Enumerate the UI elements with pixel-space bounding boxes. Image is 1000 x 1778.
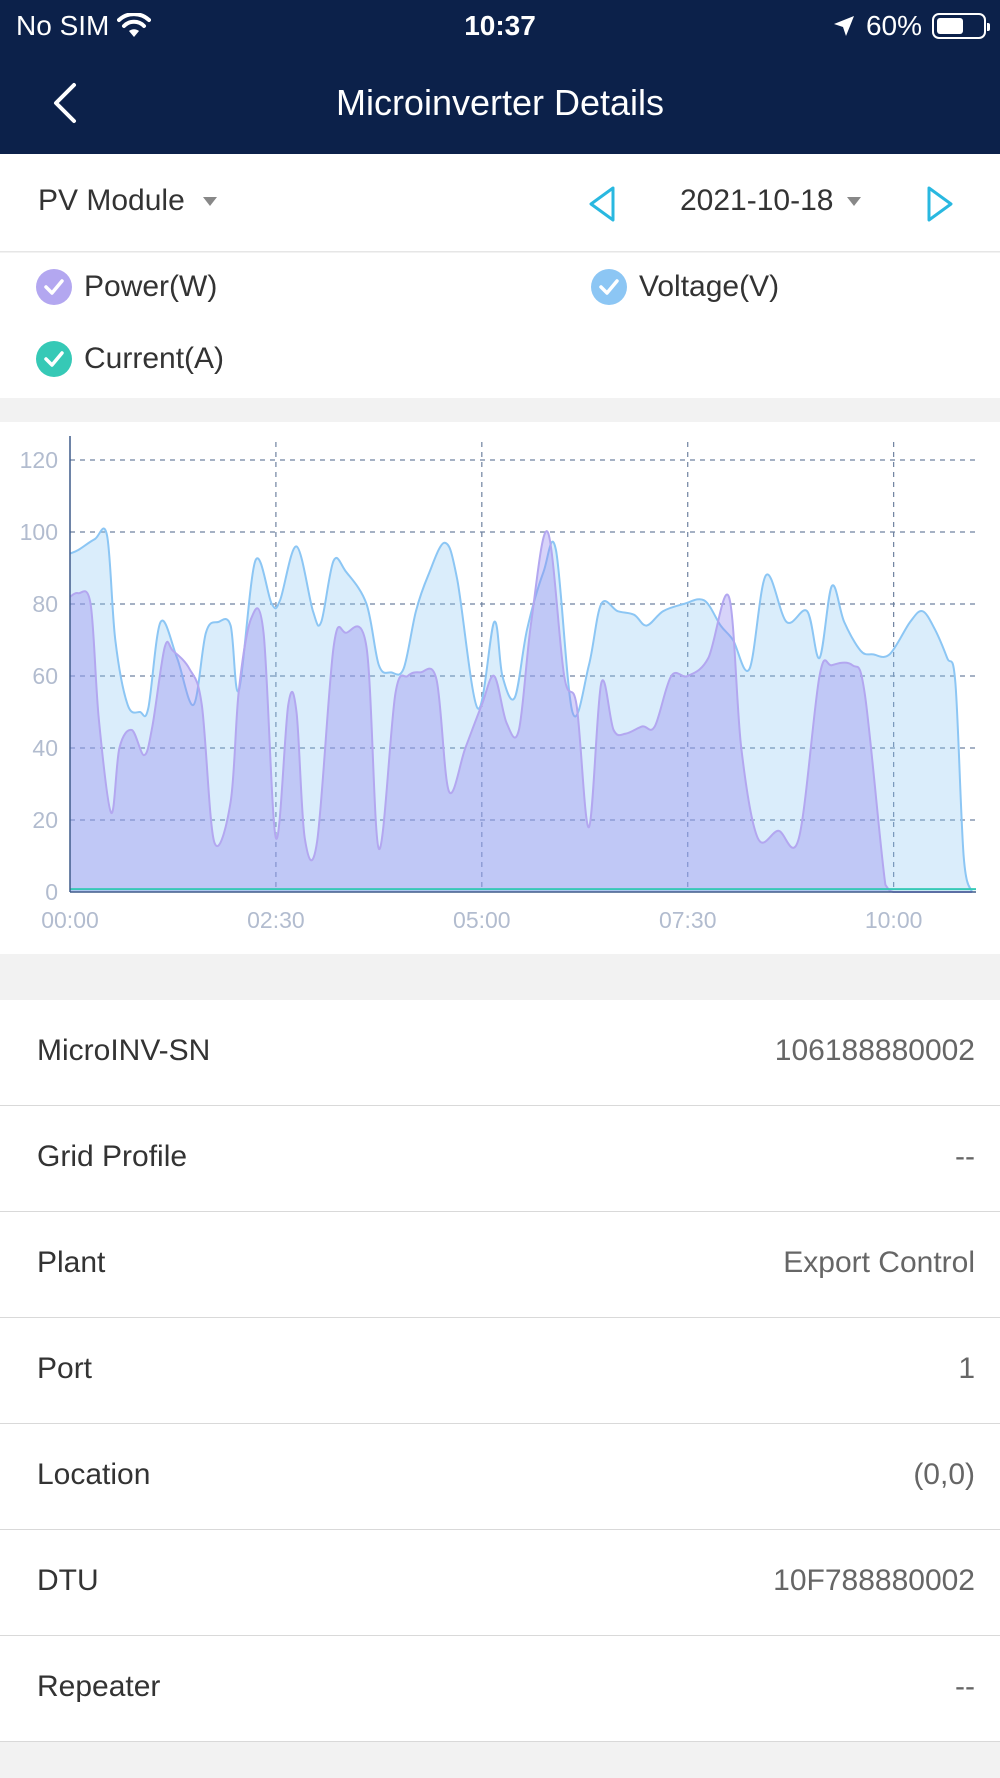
info-value: -- (955, 1670, 975, 1703)
page-title: Microinverter Details (335, 82, 665, 123)
info-value: -- (955, 1140, 975, 1173)
info-row-repeater: Repeater -- (0, 1636, 1000, 1742)
y-tick-label: 40 (32, 735, 58, 761)
info-label: Repeater (37, 1670, 161, 1703)
info-value: (0,0) (913, 1458, 975, 1491)
info-label: MicroINV-SN (37, 1034, 211, 1067)
app-header: No SIM 10:37 60% Microinverter Details (0, 0, 1000, 154)
chart-legend: Power(W) Voltage(V) Current(A) (0, 253, 1000, 398)
chart-container[interactable]: 0 20 40 60 80 100 120 00:00 02:30 05:00 07:30 10:00 (0, 422, 1000, 954)
info-row-plant: Plant Export Control (0, 1212, 1000, 1318)
info-value: 106188880002 (774, 1034, 975, 1067)
y-tick-label: 20 (32, 807, 58, 833)
y-tick-label: 120 (20, 447, 58, 473)
legend-power[interactable]: Power(W) (36, 269, 217, 305)
date-label: 2021-10-18 (680, 184, 834, 217)
y-tick-label: 60 (32, 663, 58, 689)
info-value: 10F788880002 (773, 1564, 975, 1597)
info-label: Grid Profile (37, 1140, 188, 1173)
legend-voltage[interactable]: Voltage(V) (591, 269, 779, 305)
info-row-sn: MicroINV-SN 106188880002 (0, 1000, 1000, 1106)
check-icon (591, 269, 627, 305)
legend-voltage-label: Voltage(V) (639, 270, 780, 303)
x-tick-label: 05:00 (453, 907, 511, 933)
info-label: DTU (37, 1564, 99, 1597)
x-tick-label: 02:30 (247, 907, 305, 933)
info-row-grid-profile: Grid Profile -- (0, 1106, 1000, 1212)
info-label: Port (37, 1352, 93, 1385)
status-bar: No SIM 10:37 60% (0, 0, 1000, 50)
x-tick-label: 10:00 (865, 907, 923, 933)
location-arrow-icon (833, 16, 854, 36)
info-row-location: Location (0,0) (0, 1424, 1000, 1530)
info-row-port: Port 1 (0, 1318, 1000, 1424)
battery-icon (932, 13, 990, 39)
module-dropdown[interactable]: PV Module (38, 184, 217, 218)
x-tick-label: 00:00 (41, 907, 99, 933)
y-tick-label: 80 (32, 591, 58, 617)
next-date-button[interactable] (924, 184, 956, 224)
y-tick-label: 100 (20, 519, 58, 545)
prev-date-button[interactable] (586, 184, 618, 224)
y-tick-label: 0 (45, 879, 58, 905)
check-icon (36, 269, 72, 305)
caret-down-icon (202, 196, 217, 206)
check-icon (36, 341, 72, 377)
line-chart[interactable]: 0 20 40 60 80 100 120 00:00 02:30 05:00 07:30 10:00 (0, 422, 1000, 954)
nav-bar: Microinverter Details (0, 64, 1000, 144)
info-row-dtu: DTU 10F788880002 (0, 1530, 1000, 1636)
info-value: 1 (958, 1352, 975, 1385)
x-tick-label: 07:30 (659, 907, 717, 933)
info-label: Plant (37, 1246, 106, 1279)
info-label: Location (37, 1458, 151, 1491)
legend-current[interactable]: Current(A) (36, 341, 224, 377)
info-value: Export Control (783, 1246, 975, 1279)
module-label: PV Module (38, 184, 185, 217)
info-list: MicroINV-SN 106188880002 Grid Profile --… (0, 1000, 1000, 1742)
status-right: 60% (832, 10, 990, 42)
date-picker[interactable]: 2021-10-18 (680, 184, 862, 218)
battery-percent: 60% (865, 10, 922, 41)
caret-down-icon (847, 196, 862, 206)
filter-row: PV Module 2021-10-18 (0, 154, 1000, 252)
legend-current-label: Current(A) (84, 342, 225, 375)
legend-power-label: Power(W) (84, 270, 218, 303)
battery-level (937, 18, 964, 34)
